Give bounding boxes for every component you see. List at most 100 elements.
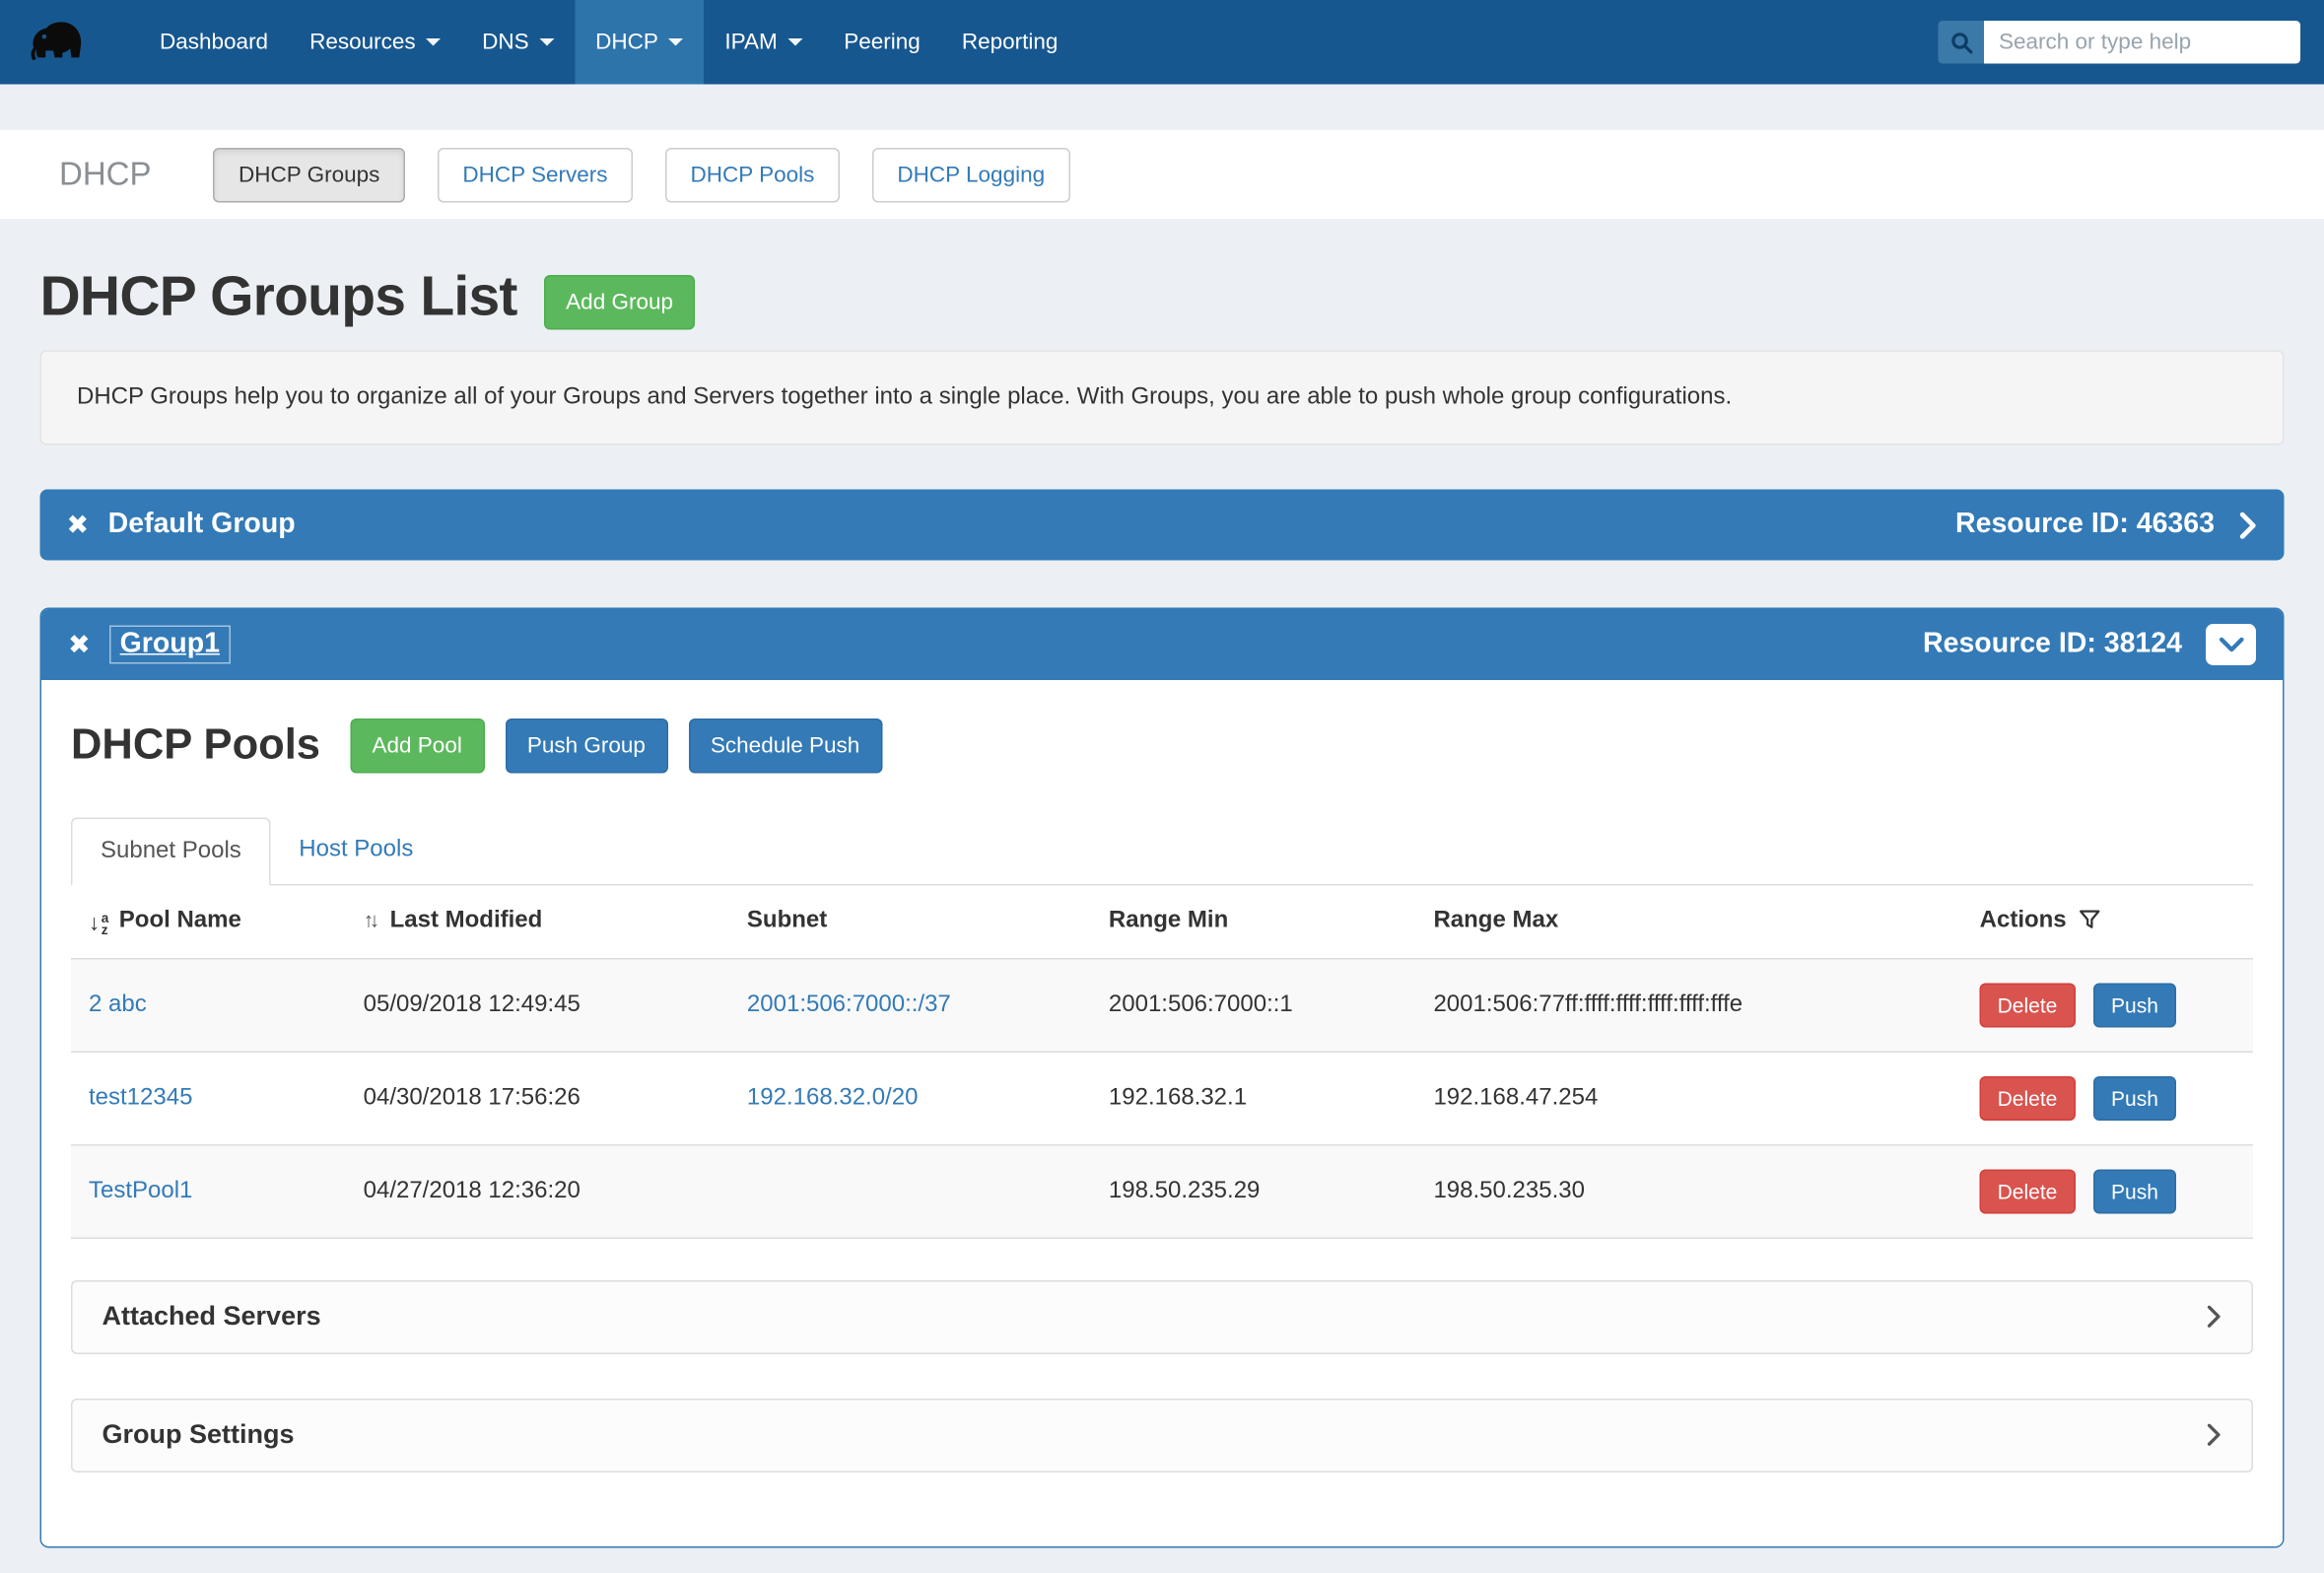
pool-tabs: Subnet Pools Host Pools [71, 818, 2253, 886]
header-last-modified[interactable]: ↑↓ Last Modified [352, 886, 735, 959]
delete-button[interactable]: Delete [1980, 983, 2076, 1027]
range-max-cell: 198.50.235.30 [1421, 1144, 1967, 1238]
mammoth-logo-icon [24, 16, 86, 69]
group-settings-panel[interactable]: Group Settings [71, 1398, 2253, 1471]
chevron-right-icon [2206, 1304, 2222, 1330]
table-row: test12345 04/30/2018 17:56:26 192.168.32… [71, 1052, 2253, 1145]
chevron-right-icon [2206, 1422, 2222, 1448]
header-label: Actions [1980, 908, 2067, 933]
tab-dhcp-servers[interactable]: DHCP Servers [438, 147, 633, 202]
header-pool-name[interactable]: ↓az Pool Name [71, 886, 352, 959]
nav-item-resources[interactable]: Resources [289, 0, 461, 85]
nav-label: Dashboard [160, 30, 268, 55]
group-name-link[interactable]: Group1 [109, 626, 230, 664]
global-search [1939, 0, 2301, 85]
chevron-down-icon [2219, 636, 2244, 653]
filter-icon[interactable] [2079, 910, 2101, 930]
nav-label: Peering [844, 30, 921, 55]
caret-down-icon [426, 38, 441, 46]
last-modified-cell: 04/27/2018 12:36:20 [352, 1144, 735, 1238]
search-input[interactable] [1984, 21, 2300, 64]
nav-item-dashboard[interactable]: Dashboard [139, 0, 289, 85]
header-label: Range Min [1109, 908, 1228, 933]
subnet-link[interactable]: 2001:506:7000::/37 [747, 992, 951, 1017]
tab-subnet-pools[interactable]: Subnet Pools [71, 818, 271, 886]
pools-header-row: DHCP Pools Add Pool Push Group Schedule … [71, 718, 2253, 774]
remove-group-icon[interactable]: ✖ [67, 512, 90, 538]
resource-id-label: Resource ID: 38124 [1923, 629, 2182, 661]
page-description: DHCP Groups help you to organize all of … [40, 351, 2285, 445]
add-group-button[interactable]: Add Group [544, 275, 696, 330]
table-header-row: ↓az Pool Name ↑↓ Last Modified Subnet Rang… [71, 886, 2253, 959]
pool-name-link[interactable]: 2 abc [89, 992, 147, 1017]
group-card-group1: ✖ Group1 Resource ID: 38124 DHCP Pools A… [40, 608, 2285, 1547]
subnet-link[interactable]: 192.168.32.0/20 [747, 1084, 919, 1110]
pool-name-link[interactable]: test12345 [89, 1084, 192, 1110]
nav-label: Resources [309, 30, 416, 55]
tab-dhcp-logging[interactable]: DHCP Logging [872, 147, 1070, 202]
group-header-group1[interactable]: ✖ Group1 Resource ID: 38124 [41, 609, 2283, 680]
subnav-title: DHCP [59, 156, 152, 194]
nav-item-ipam[interactable]: IPAM [704, 0, 823, 85]
group-header-default-group[interactable]: ✖ Default Group Resource ID: 46363 [40, 490, 2285, 561]
push-button[interactable]: Push [2093, 1075, 2176, 1120]
subnet-cell [735, 1144, 1097, 1238]
mammoth-logo[interactable] [24, 0, 86, 85]
last-modified-cell: 05/09/2018 12:49:45 [352, 958, 735, 1052]
pool-name-link[interactable]: TestPool1 [89, 1178, 192, 1203]
header-label: Range Max [1433, 908, 1558, 933]
caret-down-icon [539, 38, 554, 46]
page-content: DHCP Groups List Add Group DHCP Groups h… [0, 266, 2324, 1547]
page-title: DHCP Groups List [40, 266, 517, 330]
range-max-cell: 192.168.47.254 [1421, 1052, 1967, 1145]
sort-alpha-asc-icon[interactable]: ↓az [89, 912, 108, 935]
nav-item-reporting[interactable]: Reporting [941, 0, 1079, 85]
resource-id-label: Resource ID: 46363 [1955, 509, 2215, 541]
header-range-min: Range Min [1097, 886, 1422, 959]
schedule-push-button[interactable]: Schedule Push [688, 718, 881, 774]
push-group-button[interactable]: Push Group [505, 718, 667, 774]
header-label: Pool Name [119, 908, 241, 933]
tab-host-pools[interactable]: Host Pools [271, 818, 442, 886]
range-min-cell: 192.168.32.1 [1097, 1052, 1422, 1145]
delete-button[interactable]: Delete [1980, 1169, 2076, 1213]
delete-button[interactable]: Delete [1980, 1075, 2076, 1120]
caret-down-icon [668, 38, 683, 46]
push-button[interactable]: Push [2093, 1169, 2176, 1213]
page-root: Dashboard Resources DNS DHCP IPAM Peerin… [0, 0, 2324, 1573]
main-nav: Dashboard Resources DNS DHCP IPAM Peerin… [139, 0, 1078, 85]
chevron-right-icon[interactable] [2238, 511, 2258, 539]
add-pool-button[interactable]: Add Pool [350, 718, 484, 774]
nav-item-peering[interactable]: Peering [823, 0, 941, 85]
tab-dhcp-groups[interactable]: DHCP Groups [214, 147, 405, 202]
nav-label: IPAM [724, 30, 777, 55]
pools-table: ↓az Pool Name ↑↓ Last Modified Subnet Rang… [71, 886, 2253, 1239]
search-icon[interactable] [1939, 21, 1985, 64]
nav-label: DHCP [595, 30, 658, 55]
tab-dhcp-pools[interactable]: DHCP Pools [665, 147, 840, 202]
remove-group-icon[interactable]: ✖ [68, 632, 91, 658]
top-navbar: Dashboard Resources DNS DHCP IPAM Peerin… [0, 0, 2324, 85]
title-row: DHCP Groups List Add Group [40, 266, 2285, 330]
last-modified-cell: 04/30/2018 17:56:26 [352, 1052, 735, 1145]
range-min-cell: 2001:506:7000::1 [1097, 958, 1422, 1052]
table-row: 2 abc 05/09/2018 12:49:45 2001:506:7000:… [71, 958, 2253, 1052]
panel-label: Attached Servers [103, 1301, 321, 1333]
nav-label: Reporting [962, 30, 1059, 55]
push-button[interactable]: Push [2093, 983, 2176, 1027]
header-label: Last Modified [390, 908, 543, 933]
header-subnet: Subnet [735, 886, 1097, 959]
header-actions: Actions [1968, 886, 2253, 959]
collapse-toggle-button[interactable] [2206, 624, 2256, 665]
header-label: Subnet [747, 908, 827, 933]
nav-item-dns[interactable]: DNS [461, 0, 575, 85]
nav-item-dhcp[interactable]: DHCP [575, 0, 704, 85]
group-body: DHCP Pools Add Pool Push Group Schedule … [41, 680, 2283, 1545]
range-min-cell: 198.50.235.29 [1097, 1144, 1422, 1238]
group-name: Default Group [108, 509, 296, 541]
sort-icon[interactable]: ↑↓ [364, 908, 376, 931]
attached-servers-panel[interactable]: Attached Servers [71, 1279, 2253, 1353]
caret-down-icon [787, 38, 802, 46]
pools-title: DHCP Pools [71, 721, 320, 771]
panel-label: Group Settings [103, 1419, 295, 1451]
